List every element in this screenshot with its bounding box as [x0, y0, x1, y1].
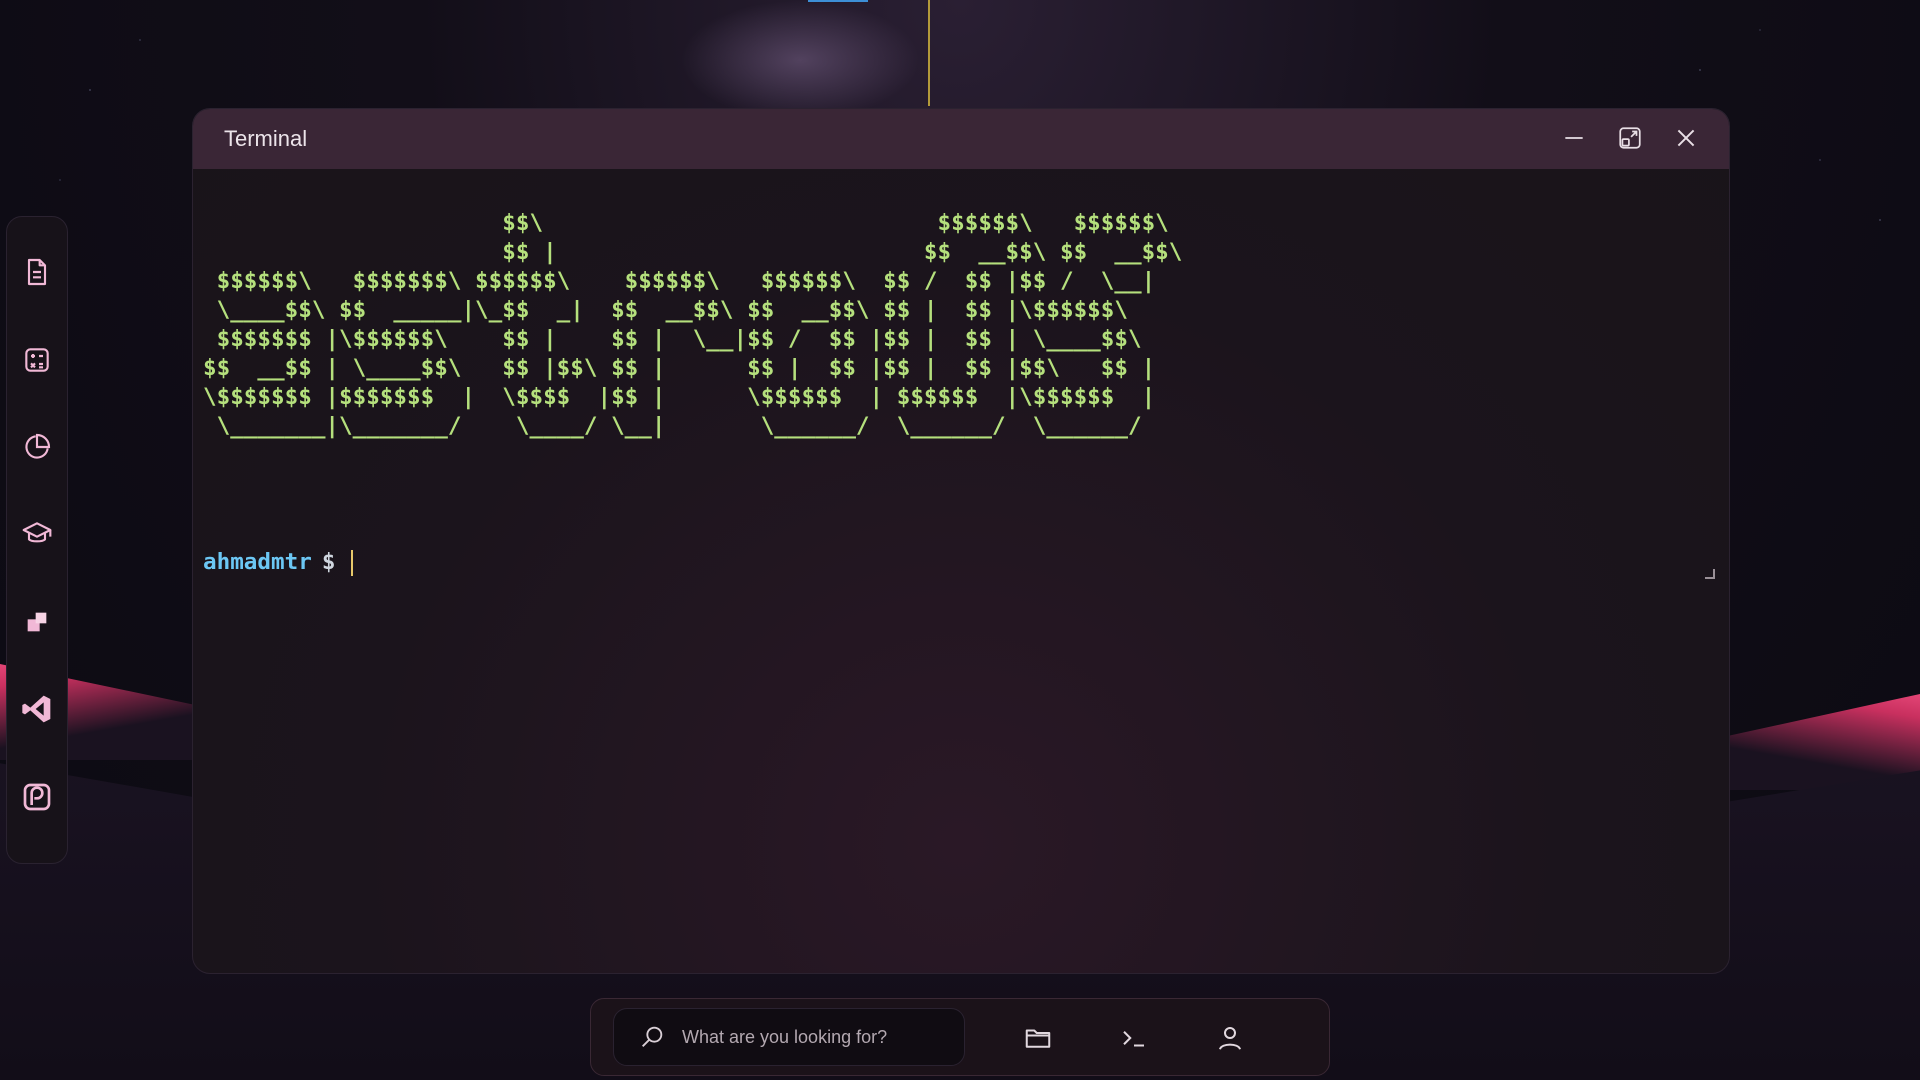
dock-item-calculator[interactable] [15, 338, 59, 380]
prompt-symbol: $ [321, 549, 336, 575]
user-icon [1219, 1027, 1241, 1050]
window-title: Terminal [224, 126, 308, 151]
chart-icon [25, 433, 51, 459]
squares-icon [27, 612, 47, 632]
vscode-icon [22, 695, 51, 723]
search-input[interactable] [680, 1025, 944, 1049]
top-indicator [808, 0, 868, 2]
terminal-window[interactable]: Terminal $$\ $$$$$$\ $$$$$$\ $$ | $$ __$… [192, 108, 1730, 974]
dock-item-learning[interactable] [15, 513, 59, 555]
taskbar [590, 998, 1330, 1076]
terminal-icon [1123, 1031, 1144, 1047]
side-dock [6, 216, 68, 864]
maximize-icon [1619, 127, 1641, 149]
p-logo-icon [23, 783, 51, 811]
terminal-output: $$\ $$$$$$\ $$$$$$\ $$ | $$ __$$\ $$ __$… [203, 209, 1182, 441]
text-cursor [351, 549, 354, 576]
top-divider [928, 0, 930, 106]
maximize-button[interactable] [1615, 123, 1645, 153]
prompt-username: ahmadmtr [203, 549, 312, 575]
document-icon [27, 259, 47, 286]
taskbar-user-button[interactable] [1213, 1021, 1247, 1055]
search-box[interactable] [613, 1008, 965, 1066]
minimize-button[interactable] [1559, 123, 1589, 153]
taskbar-files-button[interactable] [1021, 1021, 1055, 1055]
close-button[interactable] [1671, 123, 1701, 153]
dock-item-analytics[interactable] [15, 426, 59, 468]
wallpaper-nebula [680, 0, 920, 120]
dock-item-vscode[interactable] [15, 688, 59, 730]
ascii-banner: $$\ $$$$$$\ $$$$$$\ $$ | $$ __$$\ $$ __$… [203, 210, 1183, 439]
terminal-prompt[interactable]: ahmadmtr $ [203, 549, 354, 576]
dock-item-apps[interactable] [15, 601, 59, 643]
close-icon [1677, 129, 1695, 147]
search-icon [642, 1026, 663, 1047]
calculator-icon [25, 347, 49, 372]
folder-icon [1025, 1029, 1051, 1048]
graduation-cap-icon [22, 522, 52, 543]
minimize-icon [1565, 137, 1583, 139]
resize-handle[interactable] [1705, 569, 1715, 579]
dock-item-p-app[interactable] [15, 776, 59, 818]
window-controls [1559, 123, 1701, 153]
window-titlebar[interactable]: Terminal [193, 109, 1729, 169]
dock-item-documents[interactable] [15, 251, 59, 293]
taskbar-terminal-button[interactable] [1117, 1021, 1151, 1055]
